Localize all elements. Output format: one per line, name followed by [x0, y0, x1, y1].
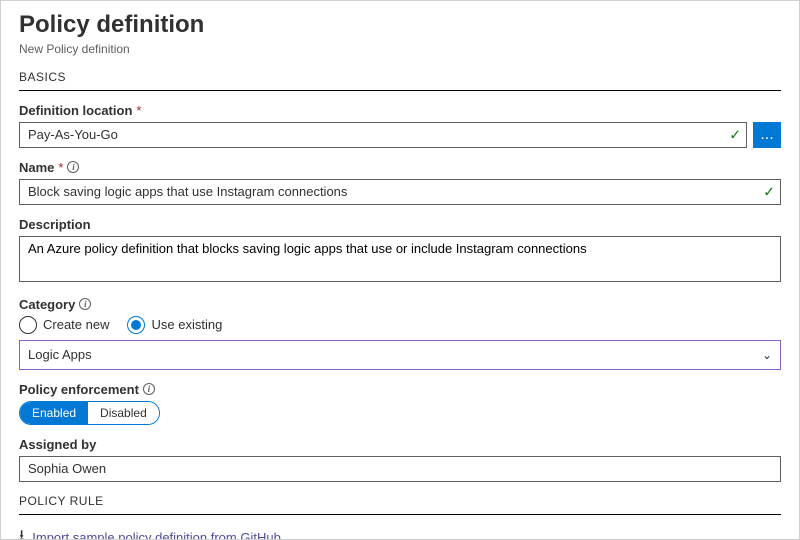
field-description: Description [19, 217, 781, 285]
field-policy-enforcement: Policy enforcement i Enabled Disabled [19, 382, 781, 425]
download-icon: ⭳ [19, 525, 24, 540]
info-icon[interactable]: i [67, 161, 79, 173]
definition-location-browse-button[interactable]: ... [753, 122, 781, 148]
label-assigned-by-text: Assigned by [19, 437, 96, 452]
radio-create-new[interactable]: Create new [19, 316, 109, 334]
label-name-text: Name [19, 160, 54, 175]
label-policy-enforcement: Policy enforcement i [19, 382, 781, 397]
label-description-text: Description [19, 217, 91, 232]
import-sample-link[interactable]: ⭳ Import sample policy definition from G… [19, 525, 781, 540]
radio-circle-icon [127, 316, 145, 334]
field-definition-location: Definition location * ✓ ... [19, 103, 781, 148]
label-name: Name * i [19, 160, 781, 175]
section-basics: BASICS [19, 70, 781, 91]
field-category: Category i Create new Use existing Logic… [19, 297, 781, 370]
info-icon[interactable]: i [79, 298, 91, 310]
label-description: Description [19, 217, 781, 232]
field-name: Name * i ✓ [19, 160, 781, 205]
label-category-text: Category [19, 297, 75, 312]
ellipsis-icon: ... [760, 126, 773, 144]
toggle-enabled-option[interactable]: Enabled [20, 402, 88, 424]
radio-create-new-label: Create new [43, 317, 109, 332]
radio-use-existing[interactable]: Use existing [127, 316, 222, 334]
label-category: Category i [19, 297, 781, 312]
import-sample-link-text: Import sample policy definition from Git… [32, 530, 281, 540]
toggle-disabled-option[interactable]: Disabled [88, 402, 159, 424]
section-policy-rule: POLICY RULE [19, 494, 781, 515]
page-title: Policy definition [19, 11, 781, 40]
policy-definition-panel: Policy definition New Policy definition … [0, 0, 800, 540]
label-definition-location: Definition location * [19, 103, 781, 118]
info-icon[interactable]: i [143, 383, 155, 395]
label-policy-enforcement-text: Policy enforcement [19, 382, 139, 397]
definition-location-input[interactable] [19, 122, 747, 148]
chevron-down-icon: ⌄ [762, 348, 772, 362]
enforcement-toggle[interactable]: Enabled Disabled [19, 401, 160, 425]
category-select-value: Logic Apps [28, 347, 92, 362]
radio-circle-icon [19, 316, 37, 334]
category-select[interactable]: Logic Apps ⌄ [19, 340, 781, 370]
required-marker: * [136, 103, 141, 118]
name-input[interactable] [19, 179, 781, 205]
description-textarea[interactable] [19, 236, 781, 282]
label-assigned-by: Assigned by [19, 437, 781, 452]
label-definition-location-text: Definition location [19, 103, 132, 118]
radio-use-existing-label: Use existing [151, 317, 222, 332]
field-assigned-by: Assigned by [19, 437, 781, 482]
required-marker: * [58, 160, 63, 175]
assigned-by-input[interactable] [19, 456, 781, 482]
page-subtitle: New Policy definition [19, 42, 781, 56]
